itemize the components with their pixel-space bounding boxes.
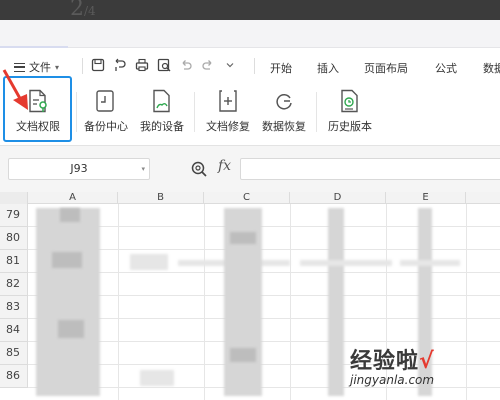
- my-devices-label: 我的设备: [140, 120, 184, 133]
- data-recovery-label: 数据恢复: [262, 120, 306, 133]
- blurred-cells: [400, 260, 460, 266]
- backup-center-icon: [94, 88, 118, 114]
- page-indicator: 2/4: [70, 0, 96, 21]
- ribbon-divider: [194, 92, 195, 132]
- history-version-button[interactable]: 历史版本: [318, 88, 382, 142]
- data-recovery-button[interactable]: 数据恢复: [252, 88, 316, 142]
- row-header[interactable]: 81: [0, 250, 28, 273]
- page-indicator-number: 2: [70, 0, 84, 21]
- chevron-down-icon: ▾: [55, 62, 60, 72]
- grid-line: [118, 204, 119, 400]
- row-header[interactable]: 79: [0, 204, 28, 227]
- row-header[interactable]: 86: [0, 365, 28, 388]
- doc-repair-label: 文档修复: [206, 120, 250, 133]
- undo-icon[interactable]: [178, 57, 194, 73]
- menu-bar: 文件 ▾ 开始 插入 页面布局 公式 数据: [0, 48, 500, 82]
- history-version-icon: [338, 88, 362, 114]
- backup-center-label: 备份中心: [84, 120, 128, 133]
- data-recovery-icon: [272, 88, 296, 114]
- my-devices-button[interactable]: 我的设备: [130, 88, 194, 142]
- watermark: 经验啦√ jingyanla.com: [350, 343, 500, 387]
- chevron-down-icon[interactable]: [222, 57, 238, 73]
- menu-divider: [254, 58, 255, 74]
- watermark-url: jingyanla.com: [350, 373, 435, 387]
- column-header-b[interactable]: B: [118, 192, 204, 204]
- select-all-corner[interactable]: [0, 192, 28, 204]
- row-header[interactable]: 85: [0, 342, 28, 365]
- chevron-down-icon: ▾: [141, 165, 145, 173]
- column-header-e[interactable]: E: [386, 192, 466, 204]
- tab-page-layout[interactable]: 页面布局: [364, 60, 408, 76]
- page-indicator-total: /4: [84, 4, 96, 18]
- grid-line: [204, 204, 205, 400]
- my-devices-icon: [150, 88, 174, 114]
- doc-repair-button[interactable]: 文档修复: [196, 88, 260, 142]
- row-header[interactable]: 84: [0, 319, 28, 342]
- zoom-icon[interactable]: [190, 160, 208, 178]
- blurred-cells: [60, 208, 80, 222]
- check-icon: √: [419, 349, 434, 374]
- blurred-cells: [230, 348, 256, 362]
- ribbon-divider: [76, 92, 77, 132]
- quick-access-toolbar: [90, 57, 238, 73]
- print-icon[interactable]: [134, 57, 150, 73]
- blurred-cells: [230, 232, 256, 244]
- formula-bar: J93 ▾ fx: [0, 146, 500, 192]
- undo-history-icon[interactable]: [112, 57, 128, 73]
- blurred-cells: [300, 260, 392, 266]
- print-preview-icon[interactable]: [156, 57, 172, 73]
- column-header-c[interactable]: C: [204, 192, 290, 204]
- ribbon-toolbar: 文档权限 备份中心 我的设备 文档修复 数据恢复 历史版本: [0, 82, 500, 146]
- watermark-title: 经验啦: [350, 349, 420, 374]
- tab-formulas[interactable]: 公式: [435, 60, 457, 76]
- red-arrow-annotation: [2, 69, 28, 110]
- redo-icon[interactable]: [200, 57, 216, 73]
- history-version-label: 历史版本: [328, 120, 372, 133]
- blurred-cells: [52, 252, 82, 268]
- ribbon-divider: [316, 92, 317, 132]
- tab-strip: [0, 20, 500, 48]
- blurred-cells: [140, 370, 174, 386]
- menu-divider: [82, 58, 83, 74]
- tab-data[interactable]: 数据: [483, 60, 500, 76]
- blurred-cells: [328, 208, 344, 396]
- formula-input[interactable]: [240, 158, 500, 180]
- tab-insert[interactable]: 插入: [317, 60, 339, 76]
- name-box-value: J93: [70, 162, 88, 175]
- blurred-cells: [130, 254, 168, 270]
- fx-icon[interactable]: fx: [218, 158, 231, 174]
- tab-home[interactable]: 开始: [270, 60, 292, 76]
- name-box[interactable]: J93 ▾: [8, 158, 150, 180]
- row-header[interactable]: 82: [0, 273, 28, 296]
- window-top-bar: 2/4: [0, 0, 500, 21]
- blurred-cells: [58, 320, 84, 338]
- column-header-d[interactable]: D: [290, 192, 386, 204]
- column-header-row: A B C D E: [0, 192, 500, 204]
- row-header[interactable]: 80: [0, 227, 28, 250]
- doc-repair-icon: [216, 88, 240, 114]
- row-header[interactable]: 83: [0, 296, 28, 319]
- grid-line: [290, 204, 291, 400]
- backup-center-button[interactable]: 备份中心: [74, 88, 138, 142]
- save-icon[interactable]: [90, 57, 106, 73]
- column-header-a[interactable]: A: [28, 192, 118, 204]
- blurred-cells: [36, 208, 100, 396]
